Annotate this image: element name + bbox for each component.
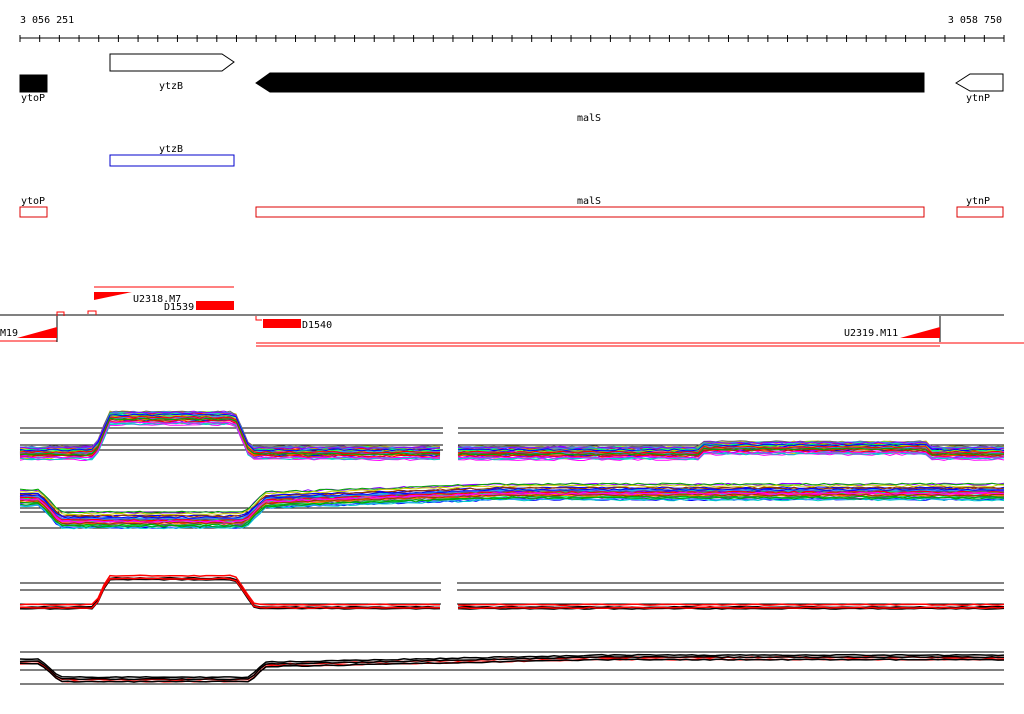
ruler-start-label: 3 056 251 [20, 15, 74, 26]
gene-ytop-arrow[interactable] [19, 74, 48, 93]
blue-annot-ytzb-label: ytzB [159, 144, 183, 155]
gene-ytnp-label: ytnP [966, 93, 990, 104]
red-annotation-track: ytoP malS ytnP [19, 196, 1004, 218]
coordinate-ruler: 3 056 251 3 058 750 [19, 15, 1005, 42]
feature-m19-label: M19 [0, 328, 18, 339]
gene-ytzb-arrow[interactable] [109, 53, 235, 72]
red-annot-ytnp-label: ytnP [966, 196, 990, 207]
feature-bracket-mid [87, 310, 97, 315]
red-annot-ytop-box[interactable] [19, 206, 48, 218]
red-annot-ytnp-box[interactable] [956, 206, 1004, 218]
feature-bracket-d1540 [255, 316, 262, 321]
profile-trace [457, 603, 1005, 606]
ruler-end-label: 3 058 750 [948, 15, 1002, 26]
profile-trace [19, 576, 441, 609]
profile-trace [457, 606, 1005, 609]
gene-ytop-label: ytoP [21, 93, 45, 104]
gene-mals-label: malS [577, 113, 601, 124]
feature-d1539-block[interactable] [196, 301, 234, 310]
feature-u2318-m7-triangle[interactable] [94, 292, 132, 300]
feature-track: M19 U2318.M7 D1539 D1540 U2319.M11 [0, 286, 1024, 347]
blue-annot-ytzb-box[interactable] [109, 154, 235, 167]
blue-annotation-track: ytzB [109, 144, 235, 167]
feature-d1540-block[interactable] [263, 319, 301, 328]
feature-u2319-m11-label: U2319.M11 [844, 328, 898, 339]
red-annot-ytop-label: ytoP [21, 196, 45, 207]
gene-track: ytoP ytzB malS ytnP [19, 53, 1004, 124]
feature-m19-triangle[interactable] [17, 327, 57, 338]
genome-browser-view: 3 056 251 3 058 750 ytoP ytzB malS ytnP … [0, 15, 1024, 685]
red-annot-mals-box[interactable] [255, 206, 925, 218]
gene-ytnp-arrow[interactable] [955, 73, 1004, 92]
gene-mals-arrow[interactable] [255, 72, 925, 93]
red-annot-mals-label: malS [577, 196, 601, 207]
expression-profile-tracks [19, 410, 1005, 685]
feature-u2319-m11-triangle[interactable] [900, 327, 940, 338]
feature-d1539-label: D1539 [164, 302, 194, 313]
gene-ytzb-label: ytzB [159, 81, 183, 92]
feature-d1540-label: D1540 [302, 320, 332, 331]
